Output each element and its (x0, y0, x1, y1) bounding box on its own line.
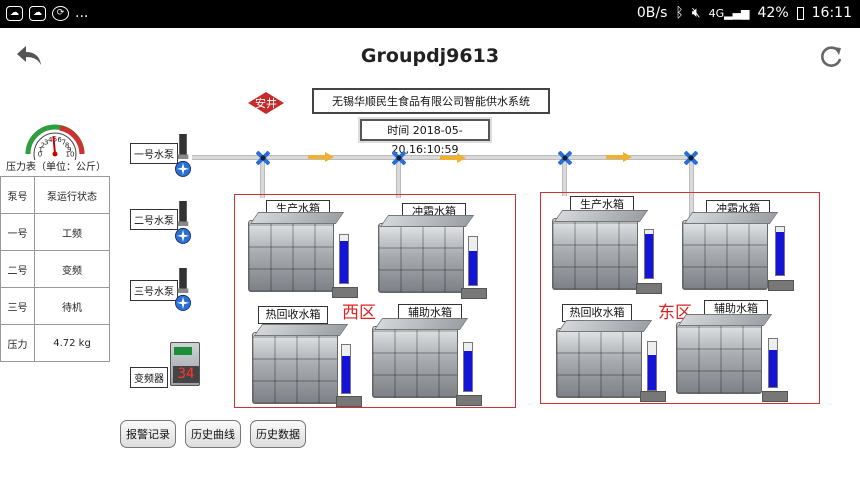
valve-icon[interactable] (558, 151, 572, 165)
status-bar: ☁ ☁ ⟳ ... 0B/s ᛒ 🔇︎ 4G▂▄▆ 42% 16:11 (0, 0, 860, 28)
water-tank-west-auxiliary[interactable] (372, 326, 458, 398)
pump-1-icon[interactable] (172, 134, 194, 178)
table-cell: 变频 (34, 250, 110, 288)
water-tank-east-defrost[interactable] (682, 220, 768, 290)
pump-label-3: 三号水泵 (130, 280, 178, 301)
level-readout (640, 391, 666, 402)
clock: 16:11 (811, 5, 852, 21)
signal-icon: 4G▂▄▆ (708, 6, 750, 20)
level-gauge (468, 236, 478, 286)
table-cell: 4.72 kg (34, 324, 110, 362)
valve-icon[interactable] (256, 151, 270, 165)
pump-status-table: 泵号 泵运行状态 一号 工频 二号 变频 三号 待机 压力 4.72 kg (0, 176, 110, 362)
valve-icon[interactable] (684, 151, 698, 165)
cloud-icon: ☁ (6, 5, 23, 21)
table-row: 一号 工频 (0, 213, 110, 251)
app-bar: Groupdj9613 (0, 28, 860, 86)
table-cell: 待机 (34, 287, 110, 325)
table-cell: 一号 (0, 213, 35, 251)
table-row: 三号 待机 (0, 287, 110, 325)
tank-label: 热回收水箱 (258, 306, 328, 324)
flow-arrow-icon (308, 152, 334, 162)
refresh-icon[interactable] (818, 44, 844, 70)
water-tank-east-heat-recovery[interactable] (556, 328, 642, 398)
table-cell: 工频 (34, 213, 110, 251)
table-cell: 二号 (0, 250, 35, 288)
water-tank-east-auxiliary[interactable] (676, 322, 762, 394)
level-gauge (463, 342, 473, 392)
battery-icon (796, 6, 804, 20)
company-logo: 安井 (248, 92, 284, 114)
level-readout (336, 396, 362, 407)
system-title: 无锡华顺民生食品有限公司智能供水系统 (312, 88, 550, 114)
level-gauge (341, 344, 351, 394)
bluetooth-icon: ᛒ (675, 5, 684, 21)
level-gauge (644, 229, 654, 279)
more-icon: ... (75, 5, 89, 21)
pump-label-1: 一号水泵 (130, 143, 178, 164)
flow-arrow-icon (606, 152, 632, 162)
level-gauge (768, 338, 778, 388)
table-row: 压力 4.72 kg (0, 324, 110, 362)
level-readout (456, 395, 482, 406)
level-readout (768, 280, 794, 291)
west-zone-label: 西区 (342, 303, 376, 323)
water-tank-west-defrost[interactable] (378, 223, 464, 293)
table-header: 泵号 (0, 176, 35, 214)
water-tank-east-production[interactable] (552, 218, 638, 290)
battery-level: 42% (757, 5, 789, 21)
water-tank-west-production[interactable] (248, 220, 334, 292)
time-display: 时间 2018-05-20,16:10:59 (360, 119, 490, 156)
table-row: 二号 变频 (0, 250, 110, 288)
level-readout (332, 287, 358, 298)
valve-icon[interactable] (392, 151, 406, 165)
level-gauge (339, 234, 349, 284)
history-data-button[interactable]: 历史数据 (250, 420, 306, 448)
logo-text: 安井 (255, 96, 277, 110)
history-curve-button[interactable]: 历史曲线 (185, 420, 241, 448)
level-readout (636, 283, 662, 294)
level-gauge (775, 226, 785, 276)
vfd-label: 变频器 (130, 367, 168, 388)
mute-icon: 🔇︎ (691, 5, 701, 21)
sync-icon: ⟳ (52, 5, 69, 21)
pressure-gauge: 0123 4 5 6 78910 (25, 124, 85, 160)
page-title: Groupdj9613 (360, 45, 500, 67)
flow-arrow-icon (440, 153, 466, 163)
pump-3-icon[interactable] (172, 268, 194, 312)
water-tank-west-heat-recovery[interactable] (252, 332, 338, 404)
pump-label-2: 二号水泵 (130, 209, 178, 230)
alarm-records-button[interactable]: 报警记录 (120, 420, 176, 448)
vfd-readout: 34 (173, 366, 199, 383)
table-header: 泵运行状态 (34, 176, 110, 214)
level-gauge (647, 341, 657, 391)
gauge-label: 压力表（单位：公斤） (6, 162, 106, 173)
scada-panel: 0 1 2 3 4 5 6 7 8 9 10 压力表（单位：公斤） 泵号 泵运行状态 一号 工频 二… (0, 86, 860, 484)
level-readout (461, 288, 487, 299)
table-header-row: 泵号 泵运行状态 (0, 176, 110, 214)
cloud-icon: ☁ (29, 5, 46, 21)
level-readout (762, 391, 788, 402)
pump-2-icon[interactable] (172, 201, 194, 245)
table-cell: 三号 (0, 287, 35, 325)
net-speed: 0B/s (636, 5, 668, 21)
table-cell: 压力 (0, 324, 35, 362)
